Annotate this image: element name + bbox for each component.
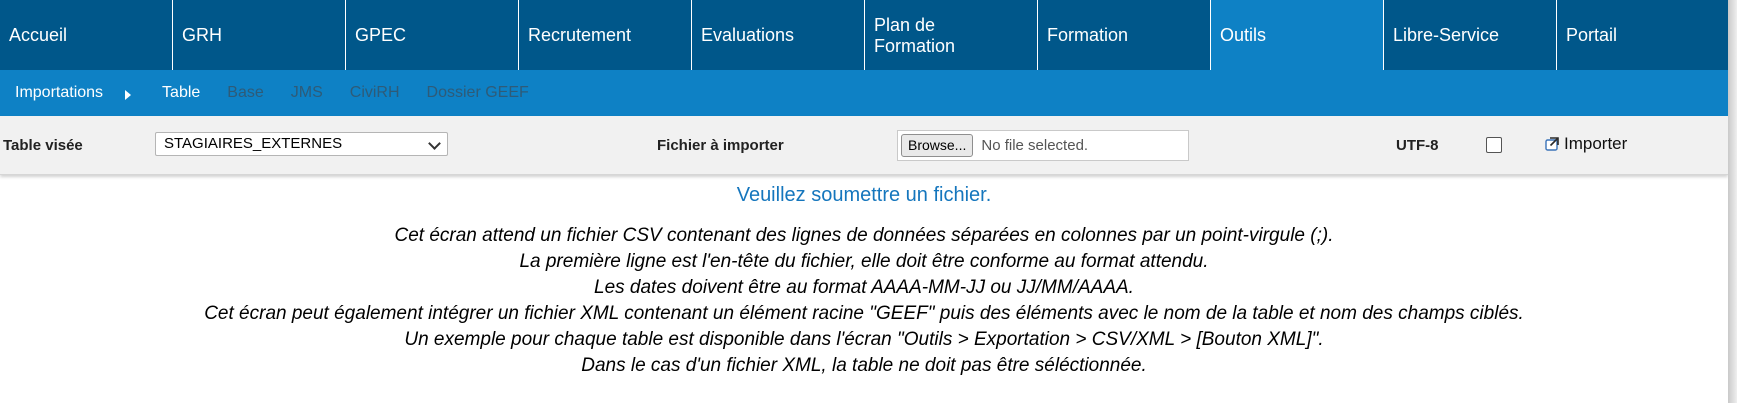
- import-button[interactable]: Importer: [1544, 134, 1627, 154]
- nav-label: Accueil: [9, 24, 68, 45]
- instruction-line: Cet écran peut également intégrer un fic…: [204, 303, 1524, 324]
- nav-label: GRH: [182, 24, 222, 45]
- subnav-item-importations[interactable]: Importations: [15, 84, 103, 102]
- main-nav: Accueil GRH GPEC Recrutement Evaluations…: [0, 0, 1728, 70]
- table-select-value: STAGIAIRES_EXTERNES: [164, 135, 343, 152]
- subnav-item-civirh[interactable]: CiviRH: [350, 84, 400, 102]
- browse-button[interactable]: Browse...: [901, 134, 974, 157]
- nav-item-accueil[interactable]: Accueil: [0, 0, 173, 70]
- import-toolbar: Table visée STAGIAIRES_EXTERNES Fichier …: [0, 116, 1728, 175]
- chevron-down-icon: [428, 137, 441, 150]
- nav-label: GPEC: [355, 24, 407, 45]
- utf8-checkbox[interactable]: [1486, 137, 1502, 153]
- nav-item-portail[interactable]: Portail: [1557, 0, 1728, 70]
- nav-label: Formation: [1047, 24, 1129, 45]
- import-icon: [1545, 137, 1559, 151]
- table-label: Table visée: [3, 137, 83, 154]
- file-input[interactable]: Browse... No file selected.: [897, 130, 1189, 161]
- instruction-line: Dans le cas d'un fichier XML, la table n…: [581, 355, 1147, 376]
- subnav-item-dossier-geef[interactable]: Dossier GEEF: [427, 84, 529, 102]
- utf8-label: UTF-8: [1396, 137, 1439, 154]
- import-label: Importer: [1564, 134, 1628, 153]
- instruction-line: Cet écran attend un fichier CSV contenan…: [394, 225, 1334, 246]
- instructions: Cet écran attend un fichier CSV contenan…: [0, 223, 1728, 379]
- nav-item-outils[interactable]: Outils: [1211, 0, 1384, 70]
- nav-item-plan-de-formation[interactable]: Plan de Formation: [865, 0, 1038, 70]
- subnav-item-table[interactable]: Table: [162, 84, 200, 102]
- instruction-line: Un exemple pour chaque table est disponi…: [404, 329, 1324, 350]
- nav-item-evaluations[interactable]: Evaluations: [692, 0, 865, 70]
- main-content: Veuillez soumettre un fichier. Cet écran…: [0, 183, 1728, 379]
- subnav-item-base[interactable]: Base: [227, 84, 263, 102]
- nav-item-grh[interactable]: GRH: [173, 0, 346, 70]
- subnav-item-jms[interactable]: JMS: [291, 84, 323, 102]
- status-message: Veuillez soumettre un fichier.: [736, 184, 992, 206]
- instruction-line: Les dates doivent être au format AAAA-MM…: [594, 277, 1134, 298]
- nav-label: Evaluations: [701, 24, 795, 45]
- file-label: Fichier à importer: [657, 137, 784, 154]
- nav-label: Outils: [1220, 24, 1267, 45]
- nav-label: Libre-Service: [1393, 24, 1500, 45]
- nav-item-recrutement[interactable]: Recrutement: [519, 0, 692, 70]
- file-status: No file selected.: [981, 137, 1089, 154]
- nav-item-gpec[interactable]: GPEC: [346, 0, 519, 70]
- nav-label: Plan de Formation: [874, 15, 956, 56]
- nav-item-formation[interactable]: Formation: [1038, 0, 1211, 70]
- instruction-line: La première ligne est l'en-tête du fichi…: [519, 251, 1209, 272]
- table-select[interactable]: STAGIAIRES_EXTERNES: [155, 132, 448, 156]
- nav-label: Portail: [1566, 24, 1618, 45]
- nav-label: Recrutement: [528, 24, 632, 45]
- window-edge: [1728, 0, 1737, 403]
- page: Accueil GRH GPEC Recrutement Evaluations…: [0, 0, 1728, 403]
- nav-item-libre-service[interactable]: Libre-Service: [1384, 0, 1557, 70]
- sub-nav: Importations Table Base JMS CiviRH Dossi…: [0, 70, 1728, 116]
- arrow-right-icon: [125, 90, 132, 100]
